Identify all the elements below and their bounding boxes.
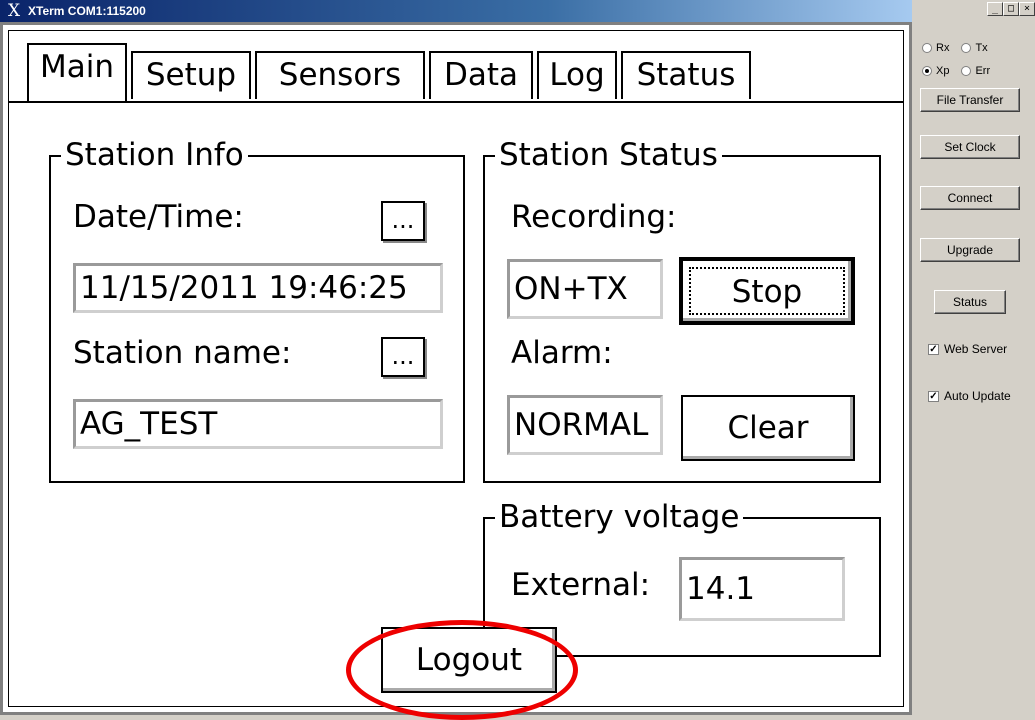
alarm-field: NORMAL [507, 395, 663, 455]
station-info-group: Station Info Date/Time: ... 11/15/2011 1… [49, 135, 465, 483]
station-name-field[interactable]: AG_TEST [73, 399, 443, 449]
station-name-edit-button[interactable]: ... [381, 337, 425, 377]
station-status-group: Station Status Recording: ON+TX Stop Ala… [483, 135, 881, 483]
focus-rect [689, 267, 845, 315]
tab-main[interactable]: Main [27, 43, 127, 101]
set-clock-button[interactable]: Set Clock [920, 135, 1020, 159]
maximize-button[interactable]: □ [1003, 2, 1019, 16]
x-logo-icon: X [8, 1, 21, 21]
side-panel: _ □ × Rx Tx Xp Err File Transfer Set Clo… [912, 0, 1035, 715]
radio-xp[interactable]: Xp [922, 65, 949, 77]
connect-button[interactable]: Connect [920, 186, 1020, 210]
logout-button[interactable]: Logout [381, 627, 557, 693]
checkmark-icon: ✓ [928, 343, 939, 355]
radio-selected-icon [922, 66, 932, 76]
title-bar[interactable]: X XTerm COM1:115200 [0, 0, 912, 22]
radio-circle-icon [922, 43, 932, 53]
checkmark-icon: ✓ [928, 390, 939, 402]
station-info-title: Station Info [61, 135, 248, 175]
tab-log[interactable]: Log [537, 51, 617, 99]
status-button[interactable]: Status [934, 290, 1006, 314]
minimize-button[interactable]: _ [987, 2, 1003, 16]
tab-setup[interactable]: Setup [131, 51, 251, 99]
close-button[interactable]: × [1019, 2, 1035, 16]
alarm-label: Alarm: [511, 335, 613, 371]
clear-button[interactable]: Clear [681, 395, 855, 461]
recording-field: ON+TX [507, 259, 663, 319]
radio-err[interactable]: Err [961, 65, 990, 77]
external-voltage-field: 14.1 [679, 557, 845, 621]
external-label: External: [511, 567, 651, 603]
datetime-field[interactable]: 11/15/2011 19:46:25 [73, 263, 443, 313]
screen-inner: Main Setup Sensors Data Log Status Stati… [8, 30, 904, 707]
station-name-label: Station name: [73, 335, 292, 371]
radio-circle-icon [961, 43, 972, 53]
device-screen: Main Setup Sensors Data Log Status Stati… [0, 22, 912, 715]
recording-label: Recording: [511, 199, 677, 235]
web-server-checkbox[interactable]: ✓ Web Server [928, 342, 1007, 356]
tab-divider [9, 101, 903, 103]
radio-label: Xp [936, 65, 950, 77]
file-transfer-button[interactable]: File Transfer [920, 88, 1020, 112]
upgrade-button[interactable]: Upgrade [920, 238, 1020, 262]
checkbox-label: Auto Update [944, 389, 1011, 403]
battery-voltage-title: Battery voltage [495, 497, 744, 537]
radio-row-2: Xp Err [922, 65, 990, 77]
radio-row-1: Rx Tx [922, 42, 988, 54]
radio-rx[interactable]: Rx [922, 42, 949, 54]
tab-data[interactable]: Data [429, 51, 533, 99]
auto-update-checkbox[interactable]: ✓ Auto Update [928, 389, 1011, 403]
window-title: XTerm COM1:115200 [28, 4, 146, 18]
radio-label: Tx [975, 42, 988, 54]
tab-sensors[interactable]: Sensors [255, 51, 425, 99]
datetime-edit-button[interactable]: ... [381, 201, 425, 241]
window-controls: _ □ × [987, 2, 1035, 16]
datetime-label: Date/Time: [73, 199, 244, 235]
checkbox-label: Web Server [944, 342, 1008, 356]
radio-label: Err [975, 65, 991, 77]
radio-label: Rx [936, 42, 950, 54]
radio-tx[interactable]: Tx [961, 42, 988, 54]
radio-circle-icon [961, 66, 972, 76]
station-status-title: Station Status [495, 135, 722, 175]
tab-status[interactable]: Status [621, 51, 751, 99]
stop-button[interactable]: Stop [679, 257, 855, 325]
